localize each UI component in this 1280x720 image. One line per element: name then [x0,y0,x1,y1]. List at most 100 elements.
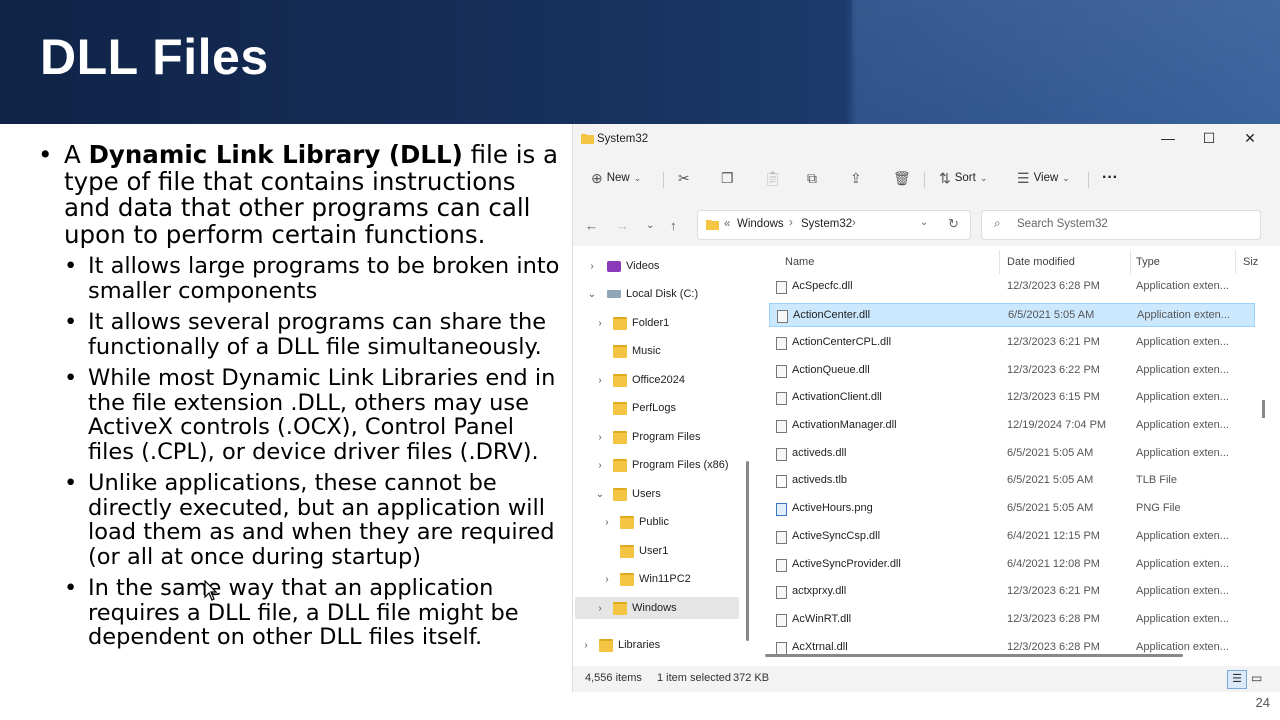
column-header-size[interactable]: Siz [1243,256,1258,268]
paste-button[interactable]: 📋︎ [764,168,782,188]
file-type: Application exten... [1136,391,1229,403]
tiles-view-icon[interactable]: ▭ [1251,671,1262,685]
file-row[interactable]: AcWinRT.dll 12/3/2023 6:28 PM Application … [769,608,1255,632]
file-date: 6/4/2021 12:15 PM [1007,530,1100,542]
collapse-chevron-icon[interactable]: ⌄ [593,489,607,500]
minimize-button[interactable]: — [1153,130,1183,150]
navigation-pane: › Videos ⌄ Local Disk (C:) › Folder1 Mus… [573,246,751,666]
expand-chevron-icon[interactable]: › [593,603,607,614]
file-date: 12/19/2024 7:04 PM [1007,419,1107,431]
status-bar: 4,556 items 1 item selected 372 KB ☰ ▭ [573,668,1280,692]
view-button[interactable]: ☰ View ⌄ [1017,168,1070,188]
tree-item-videos[interactable]: › Videos [585,255,745,277]
expand-chevron-icon[interactable]: › [585,261,599,272]
file-row[interactable]: actxprxy.dll 12/3/2023 6:21 PM Application… [769,580,1255,604]
folder-icon [620,572,634,586]
column-header-type[interactable]: Type [1136,256,1160,268]
breadcrumb-overflow[interactable]: « [724,218,730,230]
more-options-button[interactable]: ··· [1102,168,1118,188]
search-box[interactable]: ⌕ Search System32 [981,210,1261,240]
expand-chevron-icon[interactable]: › [593,318,607,329]
sort-button[interactable]: ⇅ Sort ⌄ [939,168,987,188]
breadcrumb-separator-icon: › [852,217,856,229]
file-type: TLB File [1136,474,1177,486]
breadcrumb-windows[interactable]: Windows [737,218,784,230]
expand-chevron-icon[interactable]: › [600,574,614,585]
breadcrumb-system32[interactable]: System32 [801,218,852,230]
share-button[interactable]: ⇪ [850,168,862,188]
file-row[interactable]: ActiveSyncCsp.dll 6/4/2021 12:15 PM Applic… [769,525,1255,549]
share-icon: ⇪ [850,169,862,186]
expand-chevron-icon[interactable]: › [579,640,593,651]
navpane-scrollbar[interactable] [746,246,749,641]
tree-item-folder1[interactable]: › Folder1 [593,312,745,334]
recent-locations-chevron-icon[interactable]: ⌄ [646,220,654,231]
file-type: PNG File [1136,502,1181,514]
tree-item-label: Libraries [618,639,661,651]
file-row[interactable]: activeds.tlb 6/5/2021 5:05 AM TLB File [769,469,1255,493]
file-row[interactable]: ActiveHours.png 6/5/2021 5:05 AM PNG File [769,497,1255,521]
horizontal-scrollbar[interactable] [765,654,1183,657]
address-bar[interactable]: « Windows › System32 › ⌄ ↻ [697,210,971,240]
folder-icon [706,220,719,230]
toolbar-separator [663,172,664,188]
tree-item-label: Public [639,516,669,528]
refresh-icon[interactable]: ↻ [948,216,959,232]
expand-chevron-icon[interactable]: › [593,375,607,386]
column-divider[interactable] [999,250,1000,274]
column-divider[interactable] [1235,250,1236,274]
up-arrow-icon[interactable]: ↑ [670,218,677,233]
trash-icon: 🗑︎ [893,169,911,186]
tree-item-local-disk[interactable]: ⌄ Local Disk (C:) [585,283,745,305]
copy-button[interactable]: ❐ [721,168,734,188]
tree-item-office2024[interactable]: › Office2024 [593,369,745,391]
column-header-name[interactable]: Name [785,256,814,268]
tree-item-libraries[interactable]: › Libraries [579,634,745,656]
back-arrow-icon[interactable]: ← [585,218,598,233]
vertical-scrollbar[interactable] [1262,400,1265,418]
expand-chevron-icon[interactable]: › [593,432,607,443]
file-row[interactable]: ActiveSyncProvider.dll 6/4/2021 12:08 PM A… [769,553,1255,577]
file-row[interactable]: AcSpecfc.dll 12/3/2023 6:28 PM Application… [769,275,1255,299]
delete-button[interactable]: 🗑︎ [893,168,911,188]
column-header-date[interactable]: Date modified [1007,256,1075,268]
search-input[interactable]: Search System32 [1017,218,1108,230]
file-row[interactable]: ActivationClient.dll 12/3/2023 6:15 PM App… [769,386,1255,410]
tree-item-program-files-x86[interactable]: › Program Files (x86) [593,454,745,476]
tree-item-win11pc2[interactable]: › Win11PC2 [600,568,745,590]
rename-button[interactable]: ⧉ [807,168,817,188]
tree-item-windows[interactable]: › Windows [575,597,739,619]
toolbar-separator [924,172,925,188]
tree-item-public[interactable]: › Public [600,511,745,533]
bullet-level2: In the same way that an application requ… [38,576,563,650]
address-dropdown-chevron-icon[interactable]: ⌄ [920,217,928,228]
file-date: 6/5/2021 5:05 AM [1007,502,1094,514]
tree-item-users[interactable]: ⌄ Users [593,483,745,505]
forward-arrow-icon[interactable]: → [616,218,629,233]
folder-icon [599,638,613,652]
folder-icon [613,316,627,330]
column-divider[interactable] [1130,250,1131,274]
new-button[interactable]: ⊕ New ⌄ [591,168,641,188]
close-button[interactable]: ✕ [1235,130,1265,150]
file-row-selected[interactable]: ActionCenter.dll 6/5/2021 5:05 AM Applicat… [769,303,1255,327]
tree-item-perflogs[interactable]: PerfLogs [593,397,745,419]
file-row[interactable]: ActionQueue.dll 12/3/2023 6:22 PM Applicat… [769,359,1255,383]
file-row[interactable]: ActivationManager.dll 12/19/2024 7:04 PM A… [769,414,1255,438]
expand-chevron-icon[interactable]: › [600,517,614,528]
tree-item-program-files[interactable]: › Program Files [593,426,745,448]
details-view-icon[interactable]: ☰ [1227,670,1247,689]
file-type: Application exten... [1137,309,1230,321]
tree-item-music[interactable]: Music [593,340,745,362]
scrollbar-thumb[interactable] [746,461,749,641]
file-row[interactable]: activeds.dll 6/5/2021 5:05 AM Application … [769,442,1255,466]
tree-item-user1[interactable]: User1 [600,540,745,562]
maximize-button[interactable]: ☐ [1194,130,1224,150]
tree-item-label: Videos [626,260,660,272]
expand-chevron-icon[interactable]: › [593,460,607,471]
collapse-chevron-icon[interactable]: ⌄ [585,289,599,300]
cut-button[interactable]: ✂ [678,168,690,188]
file-row[interactable]: ActionCenterCPL.dll 12/3/2023 6:21 PM Appl… [769,331,1255,355]
folder-icon [620,515,634,529]
mouse-cursor-icon [204,580,218,601]
